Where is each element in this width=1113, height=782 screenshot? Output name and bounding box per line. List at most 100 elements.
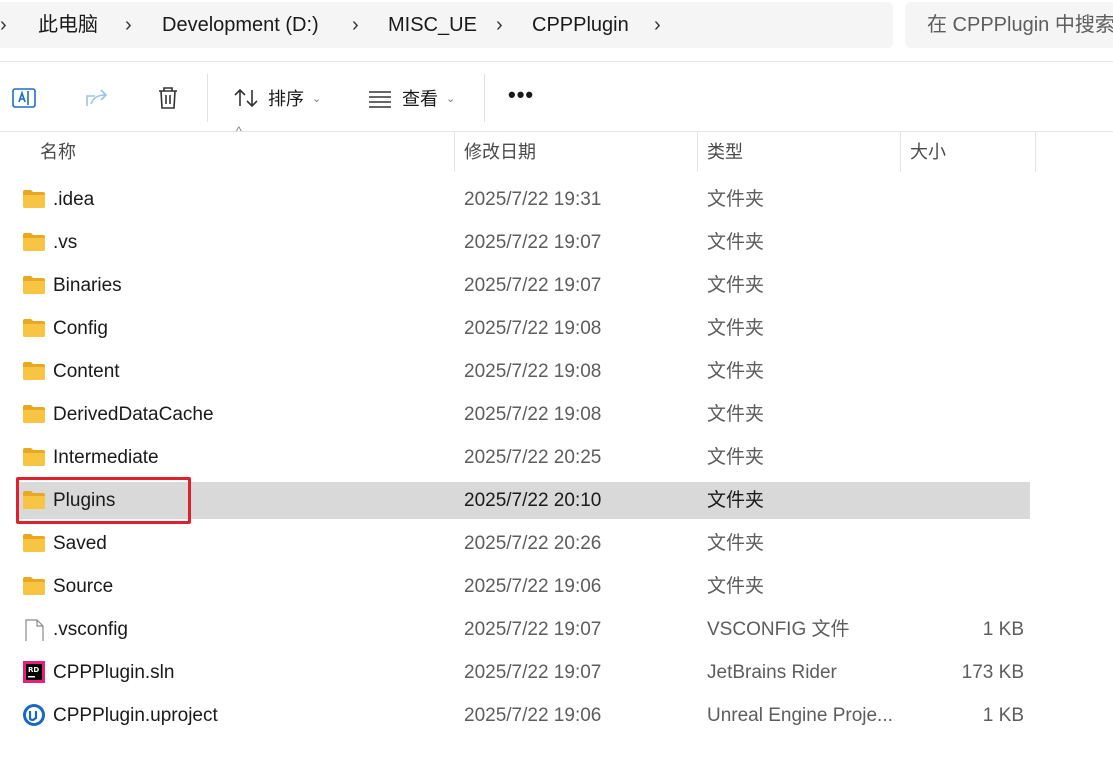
folder-icon xyxy=(23,534,45,552)
file-date: 2025/7/22 19:07 xyxy=(464,619,602,640)
file-name: CPPPlugin.uproject xyxy=(53,705,218,726)
column-divider[interactable] xyxy=(900,132,901,172)
file-type: 文件夹 xyxy=(707,533,765,554)
file-type: 文件夹 xyxy=(707,232,765,253)
chevron-down-icon: ⌄ xyxy=(312,92,322,105)
column-header-type[interactable]: 类型 xyxy=(707,132,743,172)
file-name: Saved xyxy=(53,533,107,554)
column-divider[interactable] xyxy=(1035,132,1036,172)
file-date: 2025/7/22 19:08 xyxy=(464,318,602,339)
file-row[interactable]: .idea 2025/7/22 19:31 文件夹 xyxy=(16,181,1030,218)
file-name: .vs xyxy=(53,232,78,253)
folder-icon xyxy=(23,362,45,380)
file-row[interactable]: CPPPlugin.uproject 2025/7/22 19:06 Unreal … xyxy=(16,697,1030,734)
file-date: 2025/7/22 19:06 xyxy=(464,576,602,597)
file-name: Config xyxy=(53,318,108,339)
chevron-right-icon[interactable]: › xyxy=(654,2,661,48)
view-label: 查看 xyxy=(402,89,438,109)
file-type: VSCONFIG 文件 xyxy=(707,619,850,640)
file-name: .idea xyxy=(53,189,95,210)
share-icon[interactable] xyxy=(83,84,111,112)
file-row[interactable]: Plugins 2025/7/22 20:10 文件夹 xyxy=(16,482,1030,519)
rider-icon: RD xyxy=(23,661,45,683)
file-row[interactable]: Source 2025/7/22 19:06 文件夹 xyxy=(16,568,1030,605)
file-name: DerivedDataCache xyxy=(53,404,214,425)
sort-button[interactable]: 排序 ⌄ xyxy=(232,84,321,112)
column-divider[interactable] xyxy=(697,132,698,172)
sort-ascending-icon: ^ xyxy=(236,124,242,138)
folder-icon xyxy=(23,577,45,595)
file-name: Binaries xyxy=(53,275,122,296)
search-placeholder: 在 CPPPlugin 中搜索 xyxy=(927,14,1113,36)
file-name: Content xyxy=(53,361,120,382)
file-row[interactable]: DerivedDataCache 2025/7/22 19:08 文件夹 xyxy=(16,396,1030,433)
chevron-right-icon[interactable]: › xyxy=(125,2,132,48)
search-input[interactable]: 在 CPPPlugin 中搜索 xyxy=(905,2,1113,48)
file-row[interactable]: RD CPPPlugin.sln 2025/7/22 19:07 JetBrains … xyxy=(16,654,1030,691)
breadcrumb[interactable]: › 此电脑 › Development (D:) › MISC_UE › CPP… xyxy=(0,2,893,48)
column-divider[interactable] xyxy=(454,132,455,172)
file-type: 文件夹 xyxy=(707,361,765,382)
file-date: 2025/7/22 19:07 xyxy=(464,275,602,296)
file-row[interactable]: Saved 2025/7/22 20:26 文件夹 xyxy=(16,525,1030,562)
sort-icon xyxy=(234,88,258,108)
file-date: 2025/7/22 19:07 xyxy=(464,232,602,253)
file-name: Source xyxy=(53,576,114,597)
breadcrumb-drive[interactable]: Development (D:) xyxy=(162,2,319,48)
folder-icon xyxy=(23,233,45,251)
column-header-size[interactable]: 大小 xyxy=(910,132,946,172)
column-header-date[interactable]: 修改日期 xyxy=(464,132,536,172)
file-row[interactable]: .vsconfig 2025/7/22 19:07 VSCONFIG 文件 1 KB xyxy=(16,611,1030,648)
file-type: 文件夹 xyxy=(707,404,765,425)
view-button[interactable]: 查看 ⌄ xyxy=(366,84,455,112)
file-type: 文件夹 xyxy=(707,490,765,511)
chevron-right-icon[interactable]: › xyxy=(0,2,7,48)
folder-icon xyxy=(23,405,45,423)
file-date: 2025/7/22 20:10 xyxy=(464,490,602,511)
file-type: 文件夹 xyxy=(707,275,765,296)
address-bar-area: › 此电脑 › Development (D:) › MISC_UE › CPP… xyxy=(0,0,1113,62)
file-type: 文件夹 xyxy=(707,576,765,597)
breadcrumb-this-pc[interactable]: 此电脑 xyxy=(38,2,98,48)
breadcrumb-cppplugin[interactable]: CPPPlugin xyxy=(532,2,629,48)
folder-icon xyxy=(23,448,45,466)
column-header-name[interactable]: 名称 xyxy=(40,132,76,172)
file-date: 2025/7/22 19:08 xyxy=(464,404,602,425)
chevron-right-icon[interactable]: › xyxy=(352,2,359,48)
file-row[interactable]: .vs 2025/7/22 19:07 文件夹 xyxy=(16,224,1030,261)
file-date: 2025/7/22 19:06 xyxy=(464,705,602,726)
toolbar-divider xyxy=(207,74,208,122)
file-date: 2025/7/22 19:31 xyxy=(464,189,602,210)
file-row[interactable]: Content 2025/7/22 19:08 文件夹 xyxy=(16,353,1030,390)
file-name: CPPPlugin.sln xyxy=(53,662,175,683)
delete-icon[interactable] xyxy=(154,84,182,112)
chevron-down-icon: ⌄ xyxy=(446,92,456,105)
unreal-icon xyxy=(23,704,45,726)
folder-icon xyxy=(23,491,45,509)
folder-icon xyxy=(23,190,45,208)
file-row[interactable]: Intermediate 2025/7/22 20:25 文件夹 xyxy=(16,439,1030,476)
toolbar-divider xyxy=(484,74,485,122)
file-size: 1 KB xyxy=(982,705,1024,726)
svg-text:RD: RD xyxy=(28,666,39,674)
file-type: JetBrains Rider xyxy=(707,662,837,683)
chevron-right-icon[interactable]: › xyxy=(496,2,503,48)
more-options-icon[interactable]: ••• xyxy=(508,84,536,112)
file-row[interactable]: Binaries 2025/7/22 19:07 文件夹 xyxy=(16,267,1030,304)
rename-icon[interactable] xyxy=(10,84,38,112)
file-name: Intermediate xyxy=(53,447,159,468)
file-name: Plugins xyxy=(53,490,116,511)
file-date: 2025/7/22 20:26 xyxy=(464,533,602,554)
breadcrumb-misc-ue[interactable]: MISC_UE xyxy=(388,2,477,48)
file-type: 文件夹 xyxy=(707,189,765,210)
view-icon xyxy=(369,91,391,108)
file-date: 2025/7/22 19:07 xyxy=(464,662,602,683)
sort-label: 排序 xyxy=(268,89,304,109)
file-icon xyxy=(25,619,44,641)
file-size: 173 KB xyxy=(961,662,1024,683)
file-size: 1 KB xyxy=(982,619,1024,640)
file-date: 2025/7/22 19:08 xyxy=(464,361,602,382)
file-type: 文件夹 xyxy=(707,447,765,468)
file-type: 文件夹 xyxy=(707,318,765,339)
file-row[interactable]: Config 2025/7/22 19:08 文件夹 xyxy=(16,310,1030,347)
